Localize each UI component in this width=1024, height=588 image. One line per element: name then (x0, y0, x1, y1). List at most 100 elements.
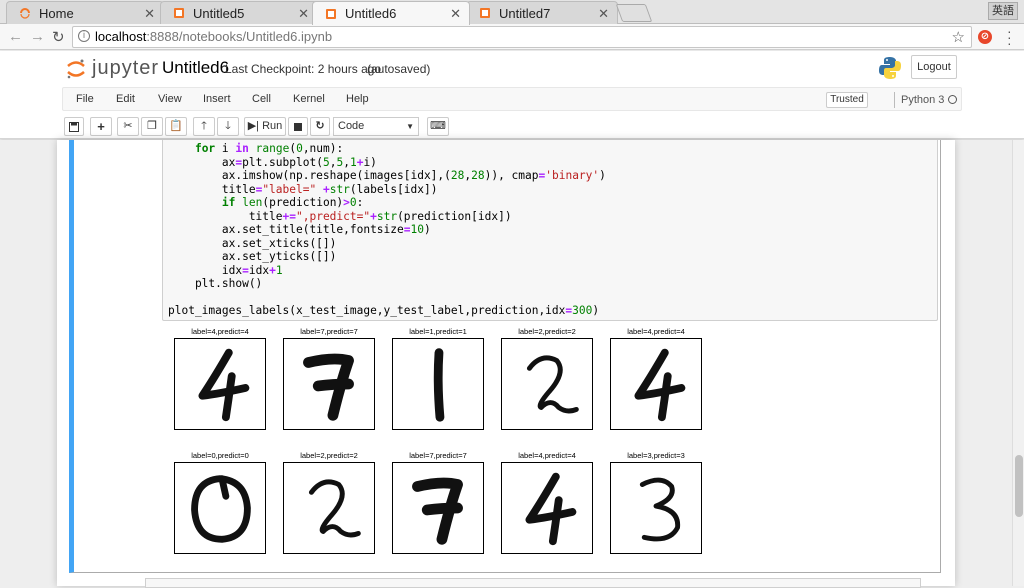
browser-tab-label: Untitled7 (499, 5, 551, 21)
browser-tab-untitled7[interactable]: Untitled7 ✕ (466, 1, 618, 24)
info-icon[interactable]: i (78, 30, 90, 42)
digit-glyph-3 (639, 477, 681, 542)
url-path: :8888/notebooks/Untitled6.ipynb (146, 29, 333, 44)
next-cell-input[interactable] (145, 578, 921, 588)
subplot-digit-3: label=3,predict=3 (610, 450, 702, 554)
code-cell-selected[interactable]: for i in range(0,num): ax=plt.subplot(5,… (69, 140, 941, 573)
digit-image (283, 462, 375, 554)
browser-tab-untitled6[interactable]: Untitled6 ✕ (312, 1, 470, 25)
interrupt-button[interactable] (288, 117, 308, 136)
menu-help[interactable]: Help (346, 93, 369, 105)
notebook-name[interactable]: Untitled6 (162, 58, 229, 78)
close-tab-icon[interactable]: ✕ (144, 6, 155, 22)
notebook-page: for i in range(0,num): ax=plt.subplot(5,… (57, 140, 955, 588)
digit-glyph-2 (526, 355, 579, 414)
menu-cell[interactable]: Cell (252, 93, 271, 105)
url-input[interactable]: i localhost:8888/notebooks/Untitled6.ipy… (72, 26, 972, 48)
run-label: Run (262, 120, 283, 132)
digit-image (501, 462, 593, 554)
scrollbar-thumb[interactable] (1015, 455, 1023, 517)
kernel-separator (894, 92, 895, 108)
digit-image (610, 338, 702, 430)
digit-glyph-7 (412, 477, 463, 545)
restart-button[interactable]: ↻ (310, 117, 330, 136)
browser-tab-untitled5[interactable]: Untitled5 ✕ (160, 1, 318, 24)
logout-button[interactable]: Logout (911, 55, 957, 79)
subplot-title: label=4,predict=4 (518, 451, 576, 460)
ime-indicator[interactable]: 英語 (988, 2, 1018, 20)
new-tab-button[interactable] (615, 4, 653, 22)
digit-glyph-0 (191, 475, 251, 543)
run-button[interactable]: ▶| Run (244, 117, 286, 136)
checkpoint-status: Last Checkpoint: 2 hours ago (225, 62, 382, 76)
code-line: if len(prediction)>0: (221, 196, 364, 209)
cut-button[interactable]: ✂ (117, 117, 139, 136)
step-forward-icon: ▶| (247, 120, 260, 132)
autosave-status: (autosaved) (367, 62, 431, 76)
code-line: ax.set_yticks([]) (168, 250, 337, 263)
digit-glyph-7 (303, 353, 354, 421)
reload-icon[interactable]: ↻ (52, 28, 65, 46)
close-tab-icon[interactable]: ✕ (450, 6, 461, 22)
code-line: ax.set_xticks([]) (168, 236, 337, 250)
subplot-digit-7: label=7,predict=7 (392, 450, 484, 554)
menu-edit[interactable]: Edit (116, 93, 135, 105)
code-line: for i in range(0,num): (194, 142, 344, 155)
subplot-title: label=3,predict=3 (627, 451, 685, 460)
digit-stroke (421, 502, 463, 516)
digit-image (392, 462, 484, 554)
notebook-menubar: File Edit View Insert Cell Kernel Help T… (62, 87, 962, 111)
browser-address-bar: ← → ↻ i localhost:8888/notebooks/Untitle… (0, 24, 1024, 50)
code-line: plot_images_labels(x_test_image,y_test_l… (168, 304, 600, 317)
kernel-name: Python 3 (901, 94, 945, 106)
trusted-indicator[interactable]: Trusted (826, 92, 868, 108)
digit-image (501, 338, 593, 430)
copy-icon: ❐ (147, 120, 157, 132)
subplot-digit-2: label=2,predict=2 (501, 326, 593, 430)
url-host: localhost (95, 29, 147, 44)
kernel-idle-icon (948, 95, 957, 104)
back-arrow-icon[interactable]: ← (8, 28, 23, 45)
code-line: title="label=" +str(labels[idx]) (168, 182, 438, 196)
browser-tab-home[interactable]: Home ✕ (6, 1, 164, 24)
keyboard-icon: ⌨ (430, 120, 446, 132)
digit-stroke (312, 378, 354, 392)
jupyter-logo[interactable]: jupyter (66, 57, 159, 80)
digit-stroke (639, 477, 681, 542)
bookmark-star-icon[interactable]: ☆ (952, 28, 965, 48)
cell-type-select[interactable]: Code ▼ (333, 117, 419, 136)
digit-stroke (433, 348, 445, 422)
subplot-digit-2: label=2,predict=2 (283, 450, 375, 554)
subplot-digit-0: label=0,predict=0 (174, 450, 266, 554)
subplot-digit-4: label=4,predict=4 (174, 326, 266, 430)
jupyter-logo-icon (66, 58, 86, 80)
subplot-title: label=7,predict=7 (409, 451, 467, 460)
page-scrollbar[interactable] (1012, 140, 1024, 586)
copy-button[interactable]: ❐ (141, 117, 163, 136)
menu-insert[interactable]: Insert (203, 93, 231, 105)
insert-cell-button[interactable]: + (90, 117, 112, 136)
extension-icon[interactable]: ⊘ (978, 30, 992, 44)
code-editor[interactable]: for i in range(0,num): ax=plt.subplot(5,… (168, 142, 606, 318)
code-input-area[interactable]: for i in range(0,num): ax=plt.subplot(5,… (162, 140, 938, 321)
digit-stroke (634, 348, 686, 400)
menu-file[interactable]: File (76, 93, 94, 105)
close-tab-icon[interactable]: ✕ (298, 6, 309, 22)
paste-button[interactable]: 📋 (165, 117, 187, 136)
browser-tabstrip: Home ✕ Untitled5 ✕ Untitled6 ✕ Untitled7… (0, 0, 1024, 25)
command-palette-button[interactable]: ⌨ (427, 117, 449, 136)
menu-view[interactable]: View (158, 93, 182, 105)
digit-glyph-4 (525, 472, 577, 546)
code-line: idx=idx+1 (168, 263, 283, 277)
browser-menu-icon[interactable]: · · · (1007, 24, 1012, 50)
subplot-title: label=4,predict=4 (627, 327, 685, 336)
close-tab-icon[interactable]: ✕ (598, 6, 609, 22)
subplot-title: label=0,predict=0 (191, 451, 249, 460)
move-up-button[interactable]: 🡑 (193, 117, 215, 136)
save-button[interactable] (64, 117, 84, 136)
cell-output: label=4,predict=4 label=7,predict=7 label=… (174, 326, 934, 566)
forward-arrow-icon[interactable]: → (30, 28, 45, 45)
menu-kernel[interactable]: Kernel (293, 93, 325, 105)
move-down-button[interactable]: 🡓 (217, 117, 239, 136)
digit-stroke (657, 372, 672, 422)
